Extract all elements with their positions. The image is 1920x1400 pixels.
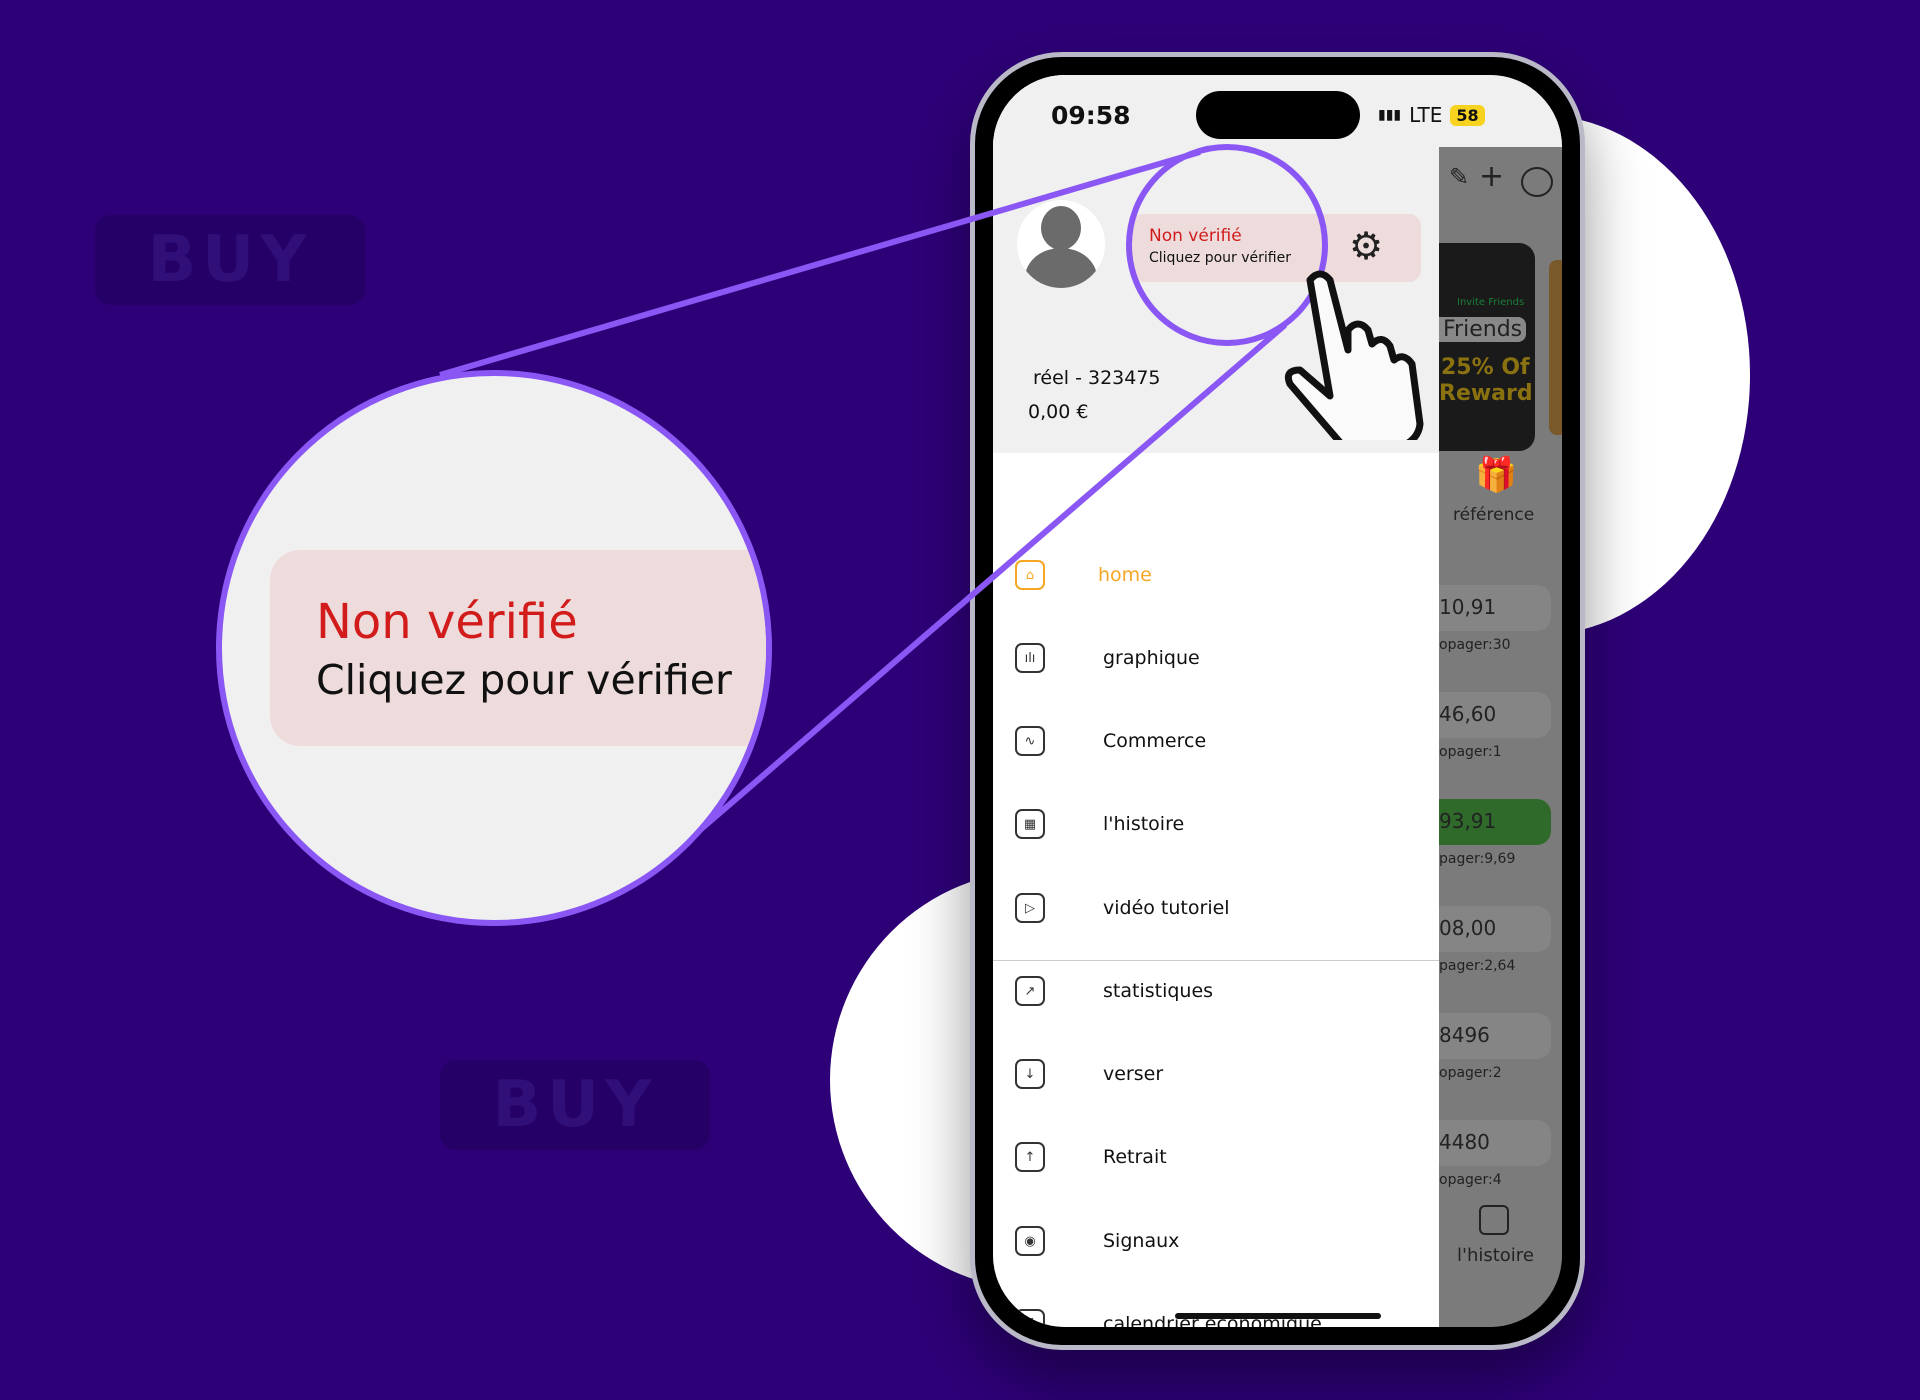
magnified-status: Non vérifié (316, 594, 578, 650)
magnified-verification-button: Non vérifié Cliquez pour vérifier (270, 550, 766, 746)
hand-pointer-icon (1270, 260, 1430, 458)
magnifier-lens: Non vérifié Cliquez pour vérifier (216, 370, 772, 926)
magnified-action: Cliquez pour vérifier (316, 656, 732, 704)
